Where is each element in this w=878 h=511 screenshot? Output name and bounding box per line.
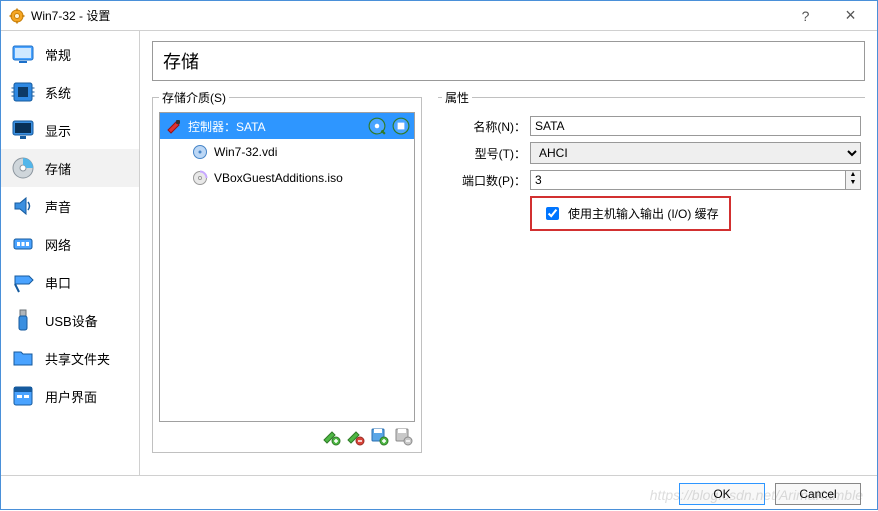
io-cache-checkbox[interactable] xyxy=(546,207,559,220)
ok-button[interactable]: OK xyxy=(679,483,765,505)
sidebar-item-label: 声音 xyxy=(45,197,71,216)
titlebar: Win7-32 - 设置 ? × xyxy=(1,1,877,31)
page-title-box: 存储 xyxy=(152,41,865,81)
sidebar-item-label: 存储 xyxy=(45,159,71,178)
remove-attachment-button[interactable] xyxy=(393,426,413,446)
tree-disk-label: Win7-32.vdi xyxy=(214,145,414,159)
page-title: 存储 xyxy=(163,52,199,72)
sidebar-item-display[interactable]: 显示 xyxy=(1,111,139,149)
user-interface-icon xyxy=(11,384,35,408)
serial-icon xyxy=(11,270,35,294)
tree-optical-row[interactable]: VBoxGuestAdditions.iso xyxy=(160,165,414,191)
sidebar-item-label: 用户界面 xyxy=(45,387,97,406)
shared-folders-icon xyxy=(11,346,35,370)
client-area: 常规 系统 显示 存储 声音 网络 串口 USB设备 xyxy=(1,31,877,475)
storage-icon xyxy=(11,156,35,180)
app-icon xyxy=(9,8,25,24)
window-title: Win7-32 - 设置 xyxy=(31,7,783,24)
optical-disk-icon xyxy=(192,170,208,186)
sidebar-item-serial[interactable]: 串口 xyxy=(1,263,139,301)
name-label: 名称(N)： xyxy=(442,118,530,135)
add-controller-button[interactable] xyxy=(321,426,341,446)
storage-tree-fieldset: 存储介质(S) 控制器：SATA Win7-32.vdi xyxy=(152,89,422,453)
sidebar-item-label: 显示 xyxy=(45,121,71,140)
add-attachment-button[interactable] xyxy=(369,426,389,446)
titlebar-close-button[interactable]: × xyxy=(828,1,873,30)
tree-controller-row[interactable]: 控制器：SATA xyxy=(160,113,414,139)
model-label: 型号(T)： xyxy=(442,145,530,162)
tree-toolbar xyxy=(159,422,415,446)
ports-label: 端口数(P)： xyxy=(442,172,530,189)
hard-disk-icon xyxy=(192,144,208,160)
sidebar-item-shared-folders[interactable]: 共享文件夹 xyxy=(1,339,139,377)
controller-icon xyxy=(166,118,182,134)
name-input[interactable] xyxy=(530,116,861,136)
general-icon xyxy=(11,42,35,66)
main-panel: 存储 存储介质(S) 控制器：SATA xyxy=(140,31,877,475)
display-icon xyxy=(11,118,35,142)
cancel-button[interactable]: Cancel xyxy=(775,483,861,505)
ports-input[interactable] xyxy=(530,170,845,190)
sidebar-item-network[interactable]: 网络 xyxy=(1,225,139,263)
sidebar-item-system[interactable]: 系统 xyxy=(1,73,139,111)
tree-disk-row[interactable]: Win7-32.vdi xyxy=(160,139,414,165)
sidebar-item-user-interface[interactable]: 用户界面 xyxy=(1,377,139,415)
usb-icon xyxy=(11,308,35,332)
dialog-button-bar: OK Cancel xyxy=(1,475,877,511)
sidebar-item-label: 系统 xyxy=(45,83,71,102)
close-icon: × xyxy=(845,5,856,26)
tree-controller-label: 控制器：SATA xyxy=(188,118,362,135)
audio-icon xyxy=(11,194,35,218)
io-cache-highlight: 使用主机输入输出 (I/O) 缓存 xyxy=(530,196,731,231)
attributes-legend: 属性 xyxy=(442,89,472,106)
titlebar-help-button[interactable]: ? xyxy=(783,1,828,30)
network-icon xyxy=(11,232,35,256)
attributes-fieldset: 属性 名称(N)： 型号(T)： AHCI xyxy=(438,89,865,235)
storage-tree[interactable]: 控制器：SATA Win7-32.vdi VBoxGuestAdditions.… xyxy=(159,112,415,422)
storage-tree-legend: 存储介质(S) xyxy=(159,89,229,106)
sidebar-item-label: 网络 xyxy=(45,235,71,254)
tree-optical-label: VBoxGuestAdditions.iso xyxy=(214,171,414,185)
category-sidebar: 常规 系统 显示 存储 声音 网络 串口 USB设备 xyxy=(1,31,140,475)
sidebar-item-audio[interactable]: 声音 xyxy=(1,187,139,225)
model-select[interactable]: AHCI xyxy=(530,142,861,164)
sidebar-item-label: USB设备 xyxy=(45,311,98,330)
sidebar-item-label: 常规 xyxy=(45,45,71,64)
sidebar-item-label: 串口 xyxy=(45,273,71,292)
sidebar-item-general[interactable]: 常规 xyxy=(1,35,139,73)
sidebar-item-usb[interactable]: USB设备 xyxy=(1,301,139,339)
remove-controller-button[interactable] xyxy=(345,426,365,446)
sidebar-item-label: 共享文件夹 xyxy=(45,349,110,368)
system-icon xyxy=(11,80,35,104)
controller-add-optical-button[interactable] xyxy=(392,117,410,135)
ports-spinner[interactable]: ▲▼ xyxy=(845,170,861,190)
controller-add-disk-button[interactable] xyxy=(368,117,386,135)
io-cache-label: 使用主机输入输出 (I/O) 缓存 xyxy=(568,205,719,222)
sidebar-item-storage[interactable]: 存储 xyxy=(1,149,139,187)
